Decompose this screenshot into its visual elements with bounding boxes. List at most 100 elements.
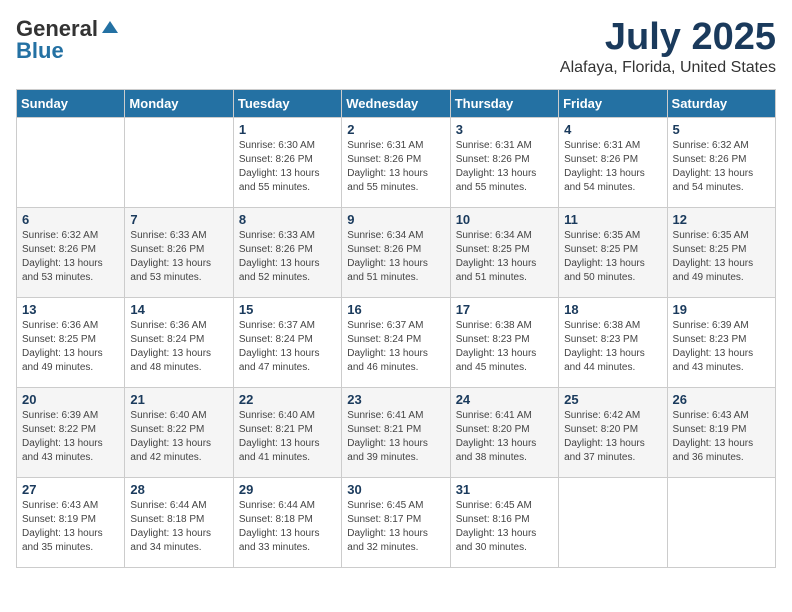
day-number: 28 [130,482,227,497]
day-info: Sunrise: 6:31 AMSunset: 8:26 PMDaylight:… [456,140,537,193]
calendar-cell [17,118,125,208]
day-number: 26 [673,392,770,407]
calendar-cell: 8 Sunrise: 6:33 AMSunset: 8:26 PMDayligh… [233,208,341,298]
day-info: Sunrise: 6:45 AMSunset: 8:17 PMDaylight:… [347,500,428,553]
day-info: Sunrise: 6:37 AMSunset: 8:24 PMDaylight:… [239,320,320,373]
day-number: 7 [130,212,227,227]
calendar-cell: 31 Sunrise: 6:45 AMSunset: 8:16 PMDaylig… [450,478,558,568]
day-info: Sunrise: 6:32 AMSunset: 8:26 PMDaylight:… [673,140,754,193]
day-info: Sunrise: 6:30 AMSunset: 8:26 PMDaylight:… [239,140,320,193]
calendar-week-row: 13 Sunrise: 6:36 AMSunset: 8:25 PMDaylig… [17,298,776,388]
calendar-week-row: 1 Sunrise: 6:30 AMSunset: 8:26 PMDayligh… [17,118,776,208]
day-number: 21 [130,392,227,407]
day-number: 3 [456,122,553,137]
calendar-cell: 14 Sunrise: 6:36 AMSunset: 8:24 PMDaylig… [125,298,233,388]
month-title: July 2025 [560,16,776,59]
calendar-cell: 5 Sunrise: 6:32 AMSunset: 8:26 PMDayligh… [667,118,775,208]
day-info: Sunrise: 6:35 AMSunset: 8:25 PMDaylight:… [673,230,754,283]
calendar-cell: 15 Sunrise: 6:37 AMSunset: 8:24 PMDaylig… [233,298,341,388]
calendar-cell: 21 Sunrise: 6:40 AMSunset: 8:22 PMDaylig… [125,388,233,478]
calendar-cell: 27 Sunrise: 6:43 AMSunset: 8:19 PMDaylig… [17,478,125,568]
day-number: 2 [347,122,444,137]
weekday-header: Saturday [667,90,775,118]
calendar-table: SundayMondayTuesdayWednesdayThursdayFrid… [16,89,776,568]
day-number: 22 [239,392,336,407]
day-number: 24 [456,392,553,407]
day-info: Sunrise: 6:33 AMSunset: 8:26 PMDaylight:… [130,230,211,283]
day-number: 23 [347,392,444,407]
day-number: 31 [456,482,553,497]
calendar-cell: 11 Sunrise: 6:35 AMSunset: 8:25 PMDaylig… [559,208,667,298]
day-number: 18 [564,302,661,317]
calendar-cell: 23 Sunrise: 6:41 AMSunset: 8:21 PMDaylig… [342,388,450,478]
calendar-week-row: 20 Sunrise: 6:39 AMSunset: 8:22 PMDaylig… [17,388,776,478]
calendar-cell: 1 Sunrise: 6:30 AMSunset: 8:26 PMDayligh… [233,118,341,208]
calendar-week-row: 6 Sunrise: 6:32 AMSunset: 8:26 PMDayligh… [17,208,776,298]
calendar-cell [667,478,775,568]
calendar-cell: 20 Sunrise: 6:39 AMSunset: 8:22 PMDaylig… [17,388,125,478]
day-number: 1 [239,122,336,137]
day-info: Sunrise: 6:40 AMSunset: 8:21 PMDaylight:… [239,410,320,463]
day-info: Sunrise: 6:34 AMSunset: 8:25 PMDaylight:… [456,230,537,283]
calendar-cell: 29 Sunrise: 6:44 AMSunset: 8:18 PMDaylig… [233,478,341,568]
day-number: 9 [347,212,444,227]
calendar-cell [125,118,233,208]
day-info: Sunrise: 6:36 AMSunset: 8:24 PMDaylight:… [130,320,211,373]
calendar-cell [559,478,667,568]
calendar-cell: 3 Sunrise: 6:31 AMSunset: 8:26 PMDayligh… [450,118,558,208]
day-number: 16 [347,302,444,317]
day-info: Sunrise: 6:38 AMSunset: 8:23 PMDaylight:… [456,320,537,373]
weekday-header: Sunday [17,90,125,118]
day-number: 17 [456,302,553,317]
calendar-cell: 19 Sunrise: 6:39 AMSunset: 8:23 PMDaylig… [667,298,775,388]
calendar-cell: 6 Sunrise: 6:32 AMSunset: 8:26 PMDayligh… [17,208,125,298]
weekday-header-row: SundayMondayTuesdayWednesdayThursdayFrid… [17,90,776,118]
calendar-cell: 4 Sunrise: 6:31 AMSunset: 8:26 PMDayligh… [559,118,667,208]
day-info: Sunrise: 6:43 AMSunset: 8:19 PMDaylight:… [673,410,754,463]
calendar-cell: 10 Sunrise: 6:34 AMSunset: 8:25 PMDaylig… [450,208,558,298]
day-number: 14 [130,302,227,317]
calendar-cell: 13 Sunrise: 6:36 AMSunset: 8:25 PMDaylig… [17,298,125,388]
day-info: Sunrise: 6:35 AMSunset: 8:25 PMDaylight:… [564,230,645,283]
day-info: Sunrise: 6:34 AMSunset: 8:26 PMDaylight:… [347,230,428,283]
day-info: Sunrise: 6:44 AMSunset: 8:18 PMDaylight:… [130,500,211,553]
day-number: 27 [22,482,119,497]
day-info: Sunrise: 6:40 AMSunset: 8:22 PMDaylight:… [130,410,211,463]
logo-icon [100,19,120,39]
calendar-cell: 26 Sunrise: 6:43 AMSunset: 8:19 PMDaylig… [667,388,775,478]
weekday-header: Tuesday [233,90,341,118]
calendar-cell: 22 Sunrise: 6:40 AMSunset: 8:21 PMDaylig… [233,388,341,478]
day-info: Sunrise: 6:38 AMSunset: 8:23 PMDaylight:… [564,320,645,373]
weekday-header: Friday [559,90,667,118]
calendar-week-row: 27 Sunrise: 6:43 AMSunset: 8:19 PMDaylig… [17,478,776,568]
calendar-cell: 18 Sunrise: 6:38 AMSunset: 8:23 PMDaylig… [559,298,667,388]
calendar-cell: 25 Sunrise: 6:42 AMSunset: 8:20 PMDaylig… [559,388,667,478]
weekday-header: Monday [125,90,233,118]
day-info: Sunrise: 6:31 AMSunset: 8:26 PMDaylight:… [347,140,428,193]
weekday-header: Thursday [450,90,558,118]
logo: General Blue [16,16,120,64]
day-number: 12 [673,212,770,227]
day-info: Sunrise: 6:44 AMSunset: 8:18 PMDaylight:… [239,500,320,553]
day-info: Sunrise: 6:39 AMSunset: 8:22 PMDaylight:… [22,410,103,463]
day-number: 19 [673,302,770,317]
day-info: Sunrise: 6:41 AMSunset: 8:20 PMDaylight:… [456,410,537,463]
calendar-cell: 12 Sunrise: 6:35 AMSunset: 8:25 PMDaylig… [667,208,775,298]
day-number: 15 [239,302,336,317]
day-number: 30 [347,482,444,497]
day-number: 20 [22,392,119,407]
location-title: Alafaya, Florida, United States [560,59,776,77]
day-info: Sunrise: 6:31 AMSunset: 8:26 PMDaylight:… [564,140,645,193]
weekday-header: Wednesday [342,90,450,118]
day-info: Sunrise: 6:43 AMSunset: 8:19 PMDaylight:… [22,500,103,553]
day-info: Sunrise: 6:36 AMSunset: 8:25 PMDaylight:… [22,320,103,373]
day-number: 5 [673,122,770,137]
title-block: July 2025 Alafaya, Florida, United State… [560,16,776,77]
day-number: 8 [239,212,336,227]
day-info: Sunrise: 6:32 AMSunset: 8:26 PMDaylight:… [22,230,103,283]
calendar-cell: 16 Sunrise: 6:37 AMSunset: 8:24 PMDaylig… [342,298,450,388]
calendar-cell: 17 Sunrise: 6:38 AMSunset: 8:23 PMDaylig… [450,298,558,388]
day-number: 29 [239,482,336,497]
day-info: Sunrise: 6:41 AMSunset: 8:21 PMDaylight:… [347,410,428,463]
calendar-cell: 7 Sunrise: 6:33 AMSunset: 8:26 PMDayligh… [125,208,233,298]
